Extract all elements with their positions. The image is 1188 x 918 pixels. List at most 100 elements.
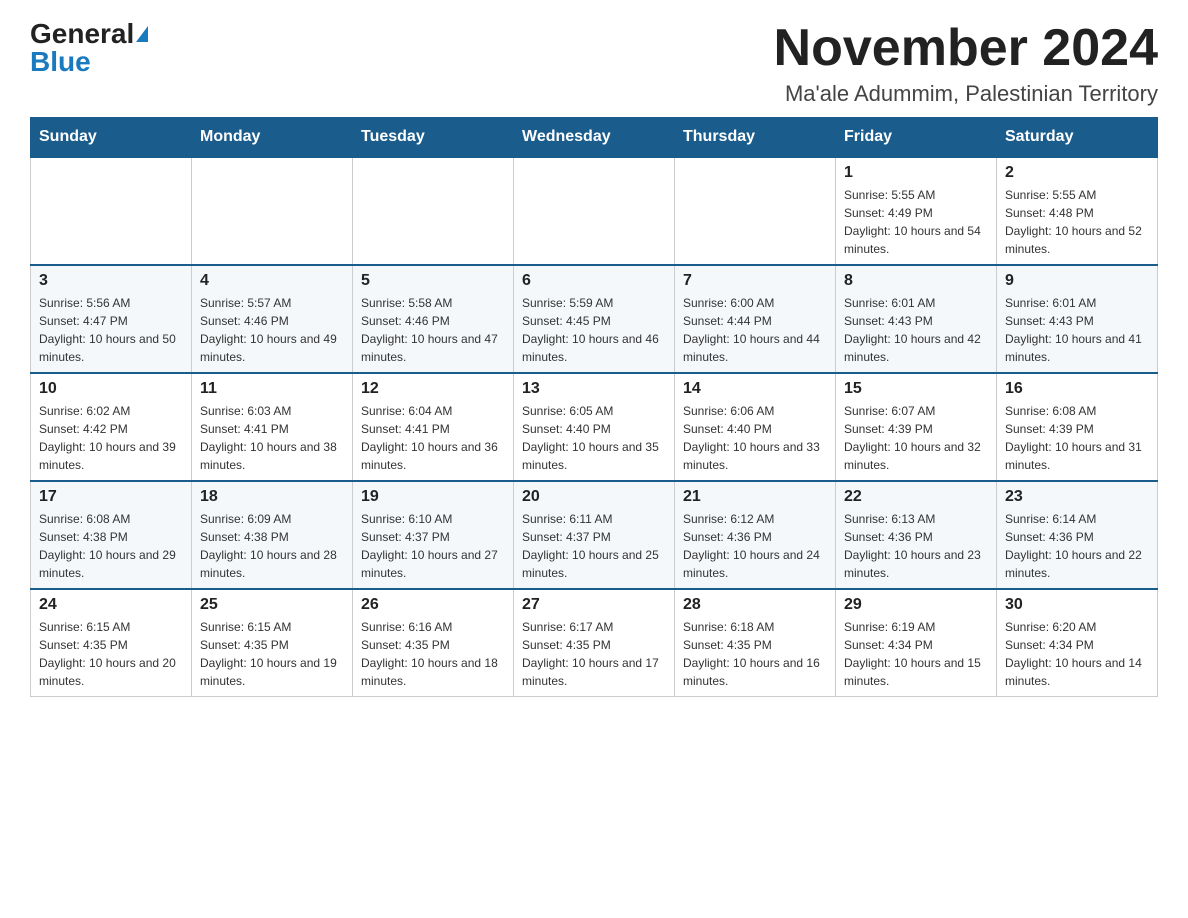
calendar-day-cell <box>353 157 514 265</box>
day-info: Sunrise: 6:14 AM Sunset: 4:36 PM Dayligh… <box>1005 510 1149 582</box>
col-monday: Monday <box>192 118 353 158</box>
calendar-day-cell <box>514 157 675 265</box>
page-header: General Blue November 2024 Ma'ale Adummi… <box>30 20 1158 107</box>
day-number: 28 <box>683 596 827 614</box>
calendar-week-row: 1 Sunrise: 5:55 AM Sunset: 4:49 PM Daylig… <box>31 157 1158 265</box>
day-info: Sunrise: 5:57 AM Sunset: 4:46 PM Dayligh… <box>200 294 344 366</box>
day-info: Sunrise: 5:59 AM Sunset: 4:45 PM Dayligh… <box>522 294 666 366</box>
calendar-day-cell: 7 Sunrise: 6:00 AM Sunset: 4:44 PM Daylig… <box>675 265 836 373</box>
col-wednesday: Wednesday <box>514 118 675 158</box>
calendar-week-row: 17 Sunrise: 6:08 AM Sunset: 4:38 PM Dayli… <box>31 481 1158 589</box>
day-number: 12 <box>361 380 505 398</box>
day-number: 18 <box>200 488 344 506</box>
day-info: Sunrise: 6:02 AM Sunset: 4:42 PM Dayligh… <box>39 402 183 474</box>
day-number: 19 <box>361 488 505 506</box>
day-number: 8 <box>844 272 988 290</box>
col-sunday: Sunday <box>31 118 192 158</box>
calendar-day-cell: 28 Sunrise: 6:18 AM Sunset: 4:35 PM Dayli… <box>675 589 836 697</box>
day-number: 5 <box>361 272 505 290</box>
day-info: Sunrise: 6:17 AM Sunset: 4:35 PM Dayligh… <box>522 618 666 690</box>
logo: General Blue <box>30 20 148 76</box>
day-info: Sunrise: 6:04 AM Sunset: 4:41 PM Dayligh… <box>361 402 505 474</box>
day-info: Sunrise: 6:15 AM Sunset: 4:35 PM Dayligh… <box>39 618 183 690</box>
day-info: Sunrise: 6:20 AM Sunset: 4:34 PM Dayligh… <box>1005 618 1149 690</box>
day-info: Sunrise: 6:08 AM Sunset: 4:39 PM Dayligh… <box>1005 402 1149 474</box>
calendar-day-cell: 3 Sunrise: 5:56 AM Sunset: 4:47 PM Daylig… <box>31 265 192 373</box>
day-number: 27 <box>522 596 666 614</box>
day-number: 2 <box>1005 164 1149 182</box>
day-info: Sunrise: 6:01 AM Sunset: 4:43 PM Dayligh… <box>844 294 988 366</box>
calendar-day-cell: 2 Sunrise: 5:55 AM Sunset: 4:48 PM Daylig… <box>997 157 1158 265</box>
day-info: Sunrise: 6:16 AM Sunset: 4:35 PM Dayligh… <box>361 618 505 690</box>
day-number: 9 <box>1005 272 1149 290</box>
logo-blue: Blue <box>30 48 91 76</box>
col-thursday: Thursday <box>675 118 836 158</box>
calendar-day-cell: 10 Sunrise: 6:02 AM Sunset: 4:42 PM Dayli… <box>31 373 192 481</box>
day-info: Sunrise: 6:18 AM Sunset: 4:35 PM Dayligh… <box>683 618 827 690</box>
day-number: 7 <box>683 272 827 290</box>
calendar-day-cell: 9 Sunrise: 6:01 AM Sunset: 4:43 PM Daylig… <box>997 265 1158 373</box>
calendar-day-cell: 27 Sunrise: 6:17 AM Sunset: 4:35 PM Dayli… <box>514 589 675 697</box>
day-info: Sunrise: 6:08 AM Sunset: 4:38 PM Dayligh… <box>39 510 183 582</box>
day-number: 1 <box>844 164 988 182</box>
day-number: 23 <box>1005 488 1149 506</box>
day-number: 11 <box>200 380 344 398</box>
day-info: Sunrise: 6:00 AM Sunset: 4:44 PM Dayligh… <box>683 294 827 366</box>
day-number: 6 <box>522 272 666 290</box>
calendar-day-cell: 29Sunrise: 6:19 AM Sunset: 4:34 PM Dayli… <box>836 589 997 697</box>
day-number: 30 <box>1005 596 1149 614</box>
calendar-day-cell: 25 Sunrise: 6:15 AM Sunset: 4:35 PM Dayli… <box>192 589 353 697</box>
calendar-day-cell: 11 Sunrise: 6:03 AM Sunset: 4:41 PM Dayli… <box>192 373 353 481</box>
calendar-day-cell: 30 Sunrise: 6:20 AM Sunset: 4:34 PM Dayli… <box>997 589 1158 697</box>
day-info: Sunrise: 6:10 AM Sunset: 4:37 PM Dayligh… <box>361 510 505 582</box>
calendar-day-cell: 14Sunrise: 6:06 AM Sunset: 4:40 PM Dayli… <box>675 373 836 481</box>
calendar-day-cell: 15Sunrise: 6:07 AM Sunset: 4:39 PM Dayli… <box>836 373 997 481</box>
logo-general: General <box>30 20 134 48</box>
calendar-week-row: 3 Sunrise: 5:56 AM Sunset: 4:47 PM Daylig… <box>31 265 1158 373</box>
day-info: Sunrise: 6:06 AM Sunset: 4:40 PM Dayligh… <box>683 402 827 474</box>
day-info: Sunrise: 5:55 AM Sunset: 4:49 PM Dayligh… <box>844 186 988 258</box>
calendar-day-cell: 24 Sunrise: 6:15 AM Sunset: 4:35 PM Dayli… <box>31 589 192 697</box>
col-saturday: Saturday <box>997 118 1158 158</box>
day-number: 4 <box>200 272 344 290</box>
location-title: Ma'ale Adummim, Palestinian Territory <box>774 81 1158 107</box>
day-info: Sunrise: 6:15 AM Sunset: 4:35 PM Dayligh… <box>200 618 344 690</box>
calendar-day-cell: 21 Sunrise: 6:12 AM Sunset: 4:36 PM Dayli… <box>675 481 836 589</box>
calendar-day-cell: 8 Sunrise: 6:01 AM Sunset: 4:43 PM Daylig… <box>836 265 997 373</box>
calendar-day-cell: 12 Sunrise: 6:04 AM Sunset: 4:41 PM Dayli… <box>353 373 514 481</box>
day-info: Sunrise: 6:03 AM Sunset: 4:41 PM Dayligh… <box>200 402 344 474</box>
logo-triangle-icon <box>136 26 148 42</box>
day-number: 21 <box>683 488 827 506</box>
calendar-week-row: 24 Sunrise: 6:15 AM Sunset: 4:35 PM Dayli… <box>31 589 1158 697</box>
calendar-header-row: Sunday Monday Tuesday Wednesday Thursday… <box>31 118 1158 158</box>
calendar-day-cell: 18Sunrise: 6:09 AM Sunset: 4:38 PM Dayli… <box>192 481 353 589</box>
day-info: Sunrise: 6:12 AM Sunset: 4:36 PM Dayligh… <box>683 510 827 582</box>
day-number: 24 <box>39 596 183 614</box>
calendar-day-cell: 26 Sunrise: 6:16 AM Sunset: 4:35 PM Dayli… <box>353 589 514 697</box>
title-block: November 2024 Ma'ale Adummim, Palestinia… <box>774 20 1158 107</box>
day-number: 20 <box>522 488 666 506</box>
calendar-day-cell: 5Sunrise: 5:58 AM Sunset: 4:46 PM Daylig… <box>353 265 514 373</box>
day-info: Sunrise: 6:05 AM Sunset: 4:40 PM Dayligh… <box>522 402 666 474</box>
day-number: 25 <box>200 596 344 614</box>
day-number: 13 <box>522 380 666 398</box>
calendar-day-cell <box>31 157 192 265</box>
day-number: 3 <box>39 272 183 290</box>
calendar-day-cell: 22Sunrise: 6:13 AM Sunset: 4:36 PM Dayli… <box>836 481 997 589</box>
day-number: 17 <box>39 488 183 506</box>
calendar-day-cell <box>675 157 836 265</box>
day-number: 16 <box>1005 380 1149 398</box>
calendar-day-cell: 6 Sunrise: 5:59 AM Sunset: 4:45 PM Daylig… <box>514 265 675 373</box>
calendar-week-row: 10 Sunrise: 6:02 AM Sunset: 4:42 PM Dayli… <box>31 373 1158 481</box>
day-info: Sunrise: 6:01 AM Sunset: 4:43 PM Dayligh… <box>1005 294 1149 366</box>
day-info: Sunrise: 6:13 AM Sunset: 4:36 PM Dayligh… <box>844 510 988 582</box>
day-number: 26 <box>361 596 505 614</box>
calendar-day-cell: 19 Sunrise: 6:10 AM Sunset: 4:37 PM Dayli… <box>353 481 514 589</box>
calendar-day-cell: 13 Sunrise: 6:05 AM Sunset: 4:40 PM Dayli… <box>514 373 675 481</box>
day-info: Sunrise: 5:55 AM Sunset: 4:48 PM Dayligh… <box>1005 186 1149 258</box>
calendar-day-cell: 1 Sunrise: 5:55 AM Sunset: 4:49 PM Daylig… <box>836 157 997 265</box>
day-info: Sunrise: 6:11 AM Sunset: 4:37 PM Dayligh… <box>522 510 666 582</box>
day-info: Sunrise: 5:56 AM Sunset: 4:47 PM Dayligh… <box>39 294 183 366</box>
calendar-day-cell: 20 Sunrise: 6:11 AM Sunset: 4:37 PM Dayli… <box>514 481 675 589</box>
day-number: 10 <box>39 380 183 398</box>
